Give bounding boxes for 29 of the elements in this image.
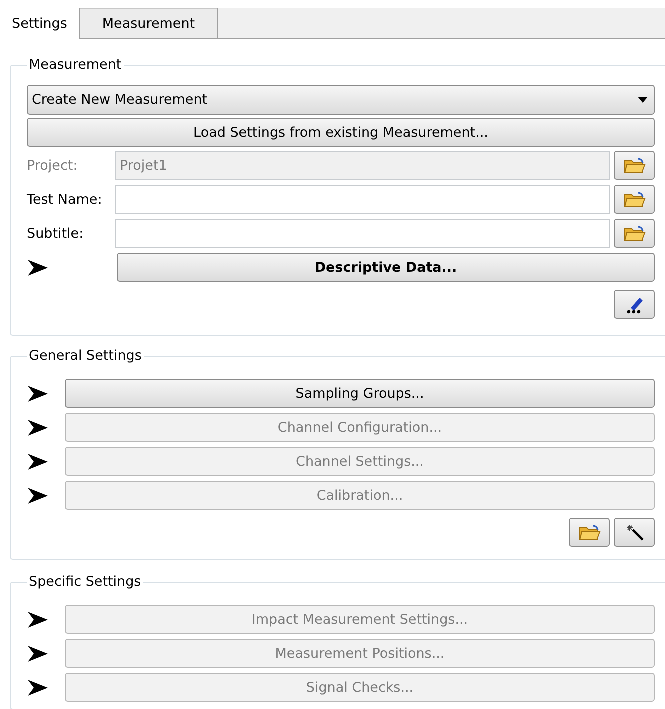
wand-icon[interactable] bbox=[614, 518, 655, 547]
group-title: General Settings bbox=[28, 348, 143, 364]
caret-icon bbox=[638, 97, 648, 103]
folder-icon[interactable] bbox=[614, 219, 655, 248]
field-label: Test Name: bbox=[27, 192, 104, 208]
group-title: Specific Settings bbox=[28, 574, 142, 590]
folder-icon[interactable] bbox=[614, 151, 655, 180]
arrow-icon bbox=[27, 452, 49, 470]
field-label: Subtitle: bbox=[27, 226, 85, 242]
input-field[interactable] bbox=[115, 185, 610, 214]
arrow-icon bbox=[27, 258, 49, 276]
arrow-icon bbox=[27, 486, 49, 504]
group-title: Measurement bbox=[28, 57, 123, 73]
arrow-icon bbox=[27, 610, 49, 628]
arrow-icon bbox=[27, 644, 49, 662]
button[interactable]: Descriptive Data... bbox=[117, 253, 655, 282]
folder-icon[interactable] bbox=[614, 185, 655, 214]
folder-icon[interactable] bbox=[569, 518, 610, 547]
pen-icon[interactable] bbox=[614, 290, 655, 319]
field-label: Project: bbox=[27, 158, 79, 174]
dropdown[interactable]: Create New Measurement bbox=[27, 85, 655, 115]
tab[interactable]: Settings bbox=[0, 8, 80, 39]
arrow-icon bbox=[27, 678, 49, 696]
tab[interactable]: Measurement bbox=[80, 8, 218, 38]
input-field[interactable] bbox=[115, 219, 610, 248]
arrow-icon bbox=[27, 384, 49, 402]
button[interactable]: Load Settings from existing Measurement... bbox=[27, 118, 655, 147]
arrow-icon bbox=[27, 418, 49, 436]
button[interactable]: Sampling Groups... bbox=[65, 379, 655, 408]
